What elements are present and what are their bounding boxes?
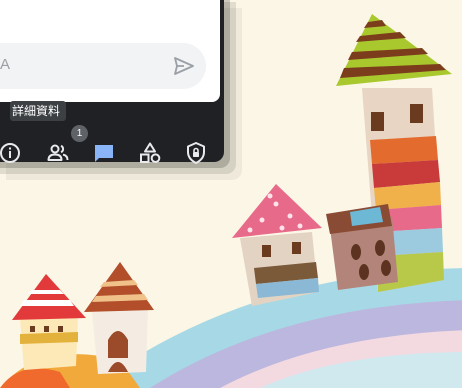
- meeting-window: A: [0, 0, 224, 162]
- send-icon[interactable]: [172, 54, 196, 78]
- chat-icon[interactable]: [92, 141, 116, 165]
- brick-house: [326, 204, 398, 290]
- people-icon[interactable]: [46, 141, 70, 165]
- message-input[interactable]: A: [0, 43, 206, 89]
- activities-icon[interactable]: [138, 141, 162, 165]
- host-controls-icon[interactable]: [184, 141, 208, 165]
- participant-count-badge: 1: [71, 125, 88, 142]
- chat-panel: A: [0, 0, 220, 102]
- info-icon[interactable]: [0, 141, 22, 165]
- message-input-placeholder: A: [0, 56, 11, 73]
- details-tooltip: 詳細資料: [10, 101, 67, 121]
